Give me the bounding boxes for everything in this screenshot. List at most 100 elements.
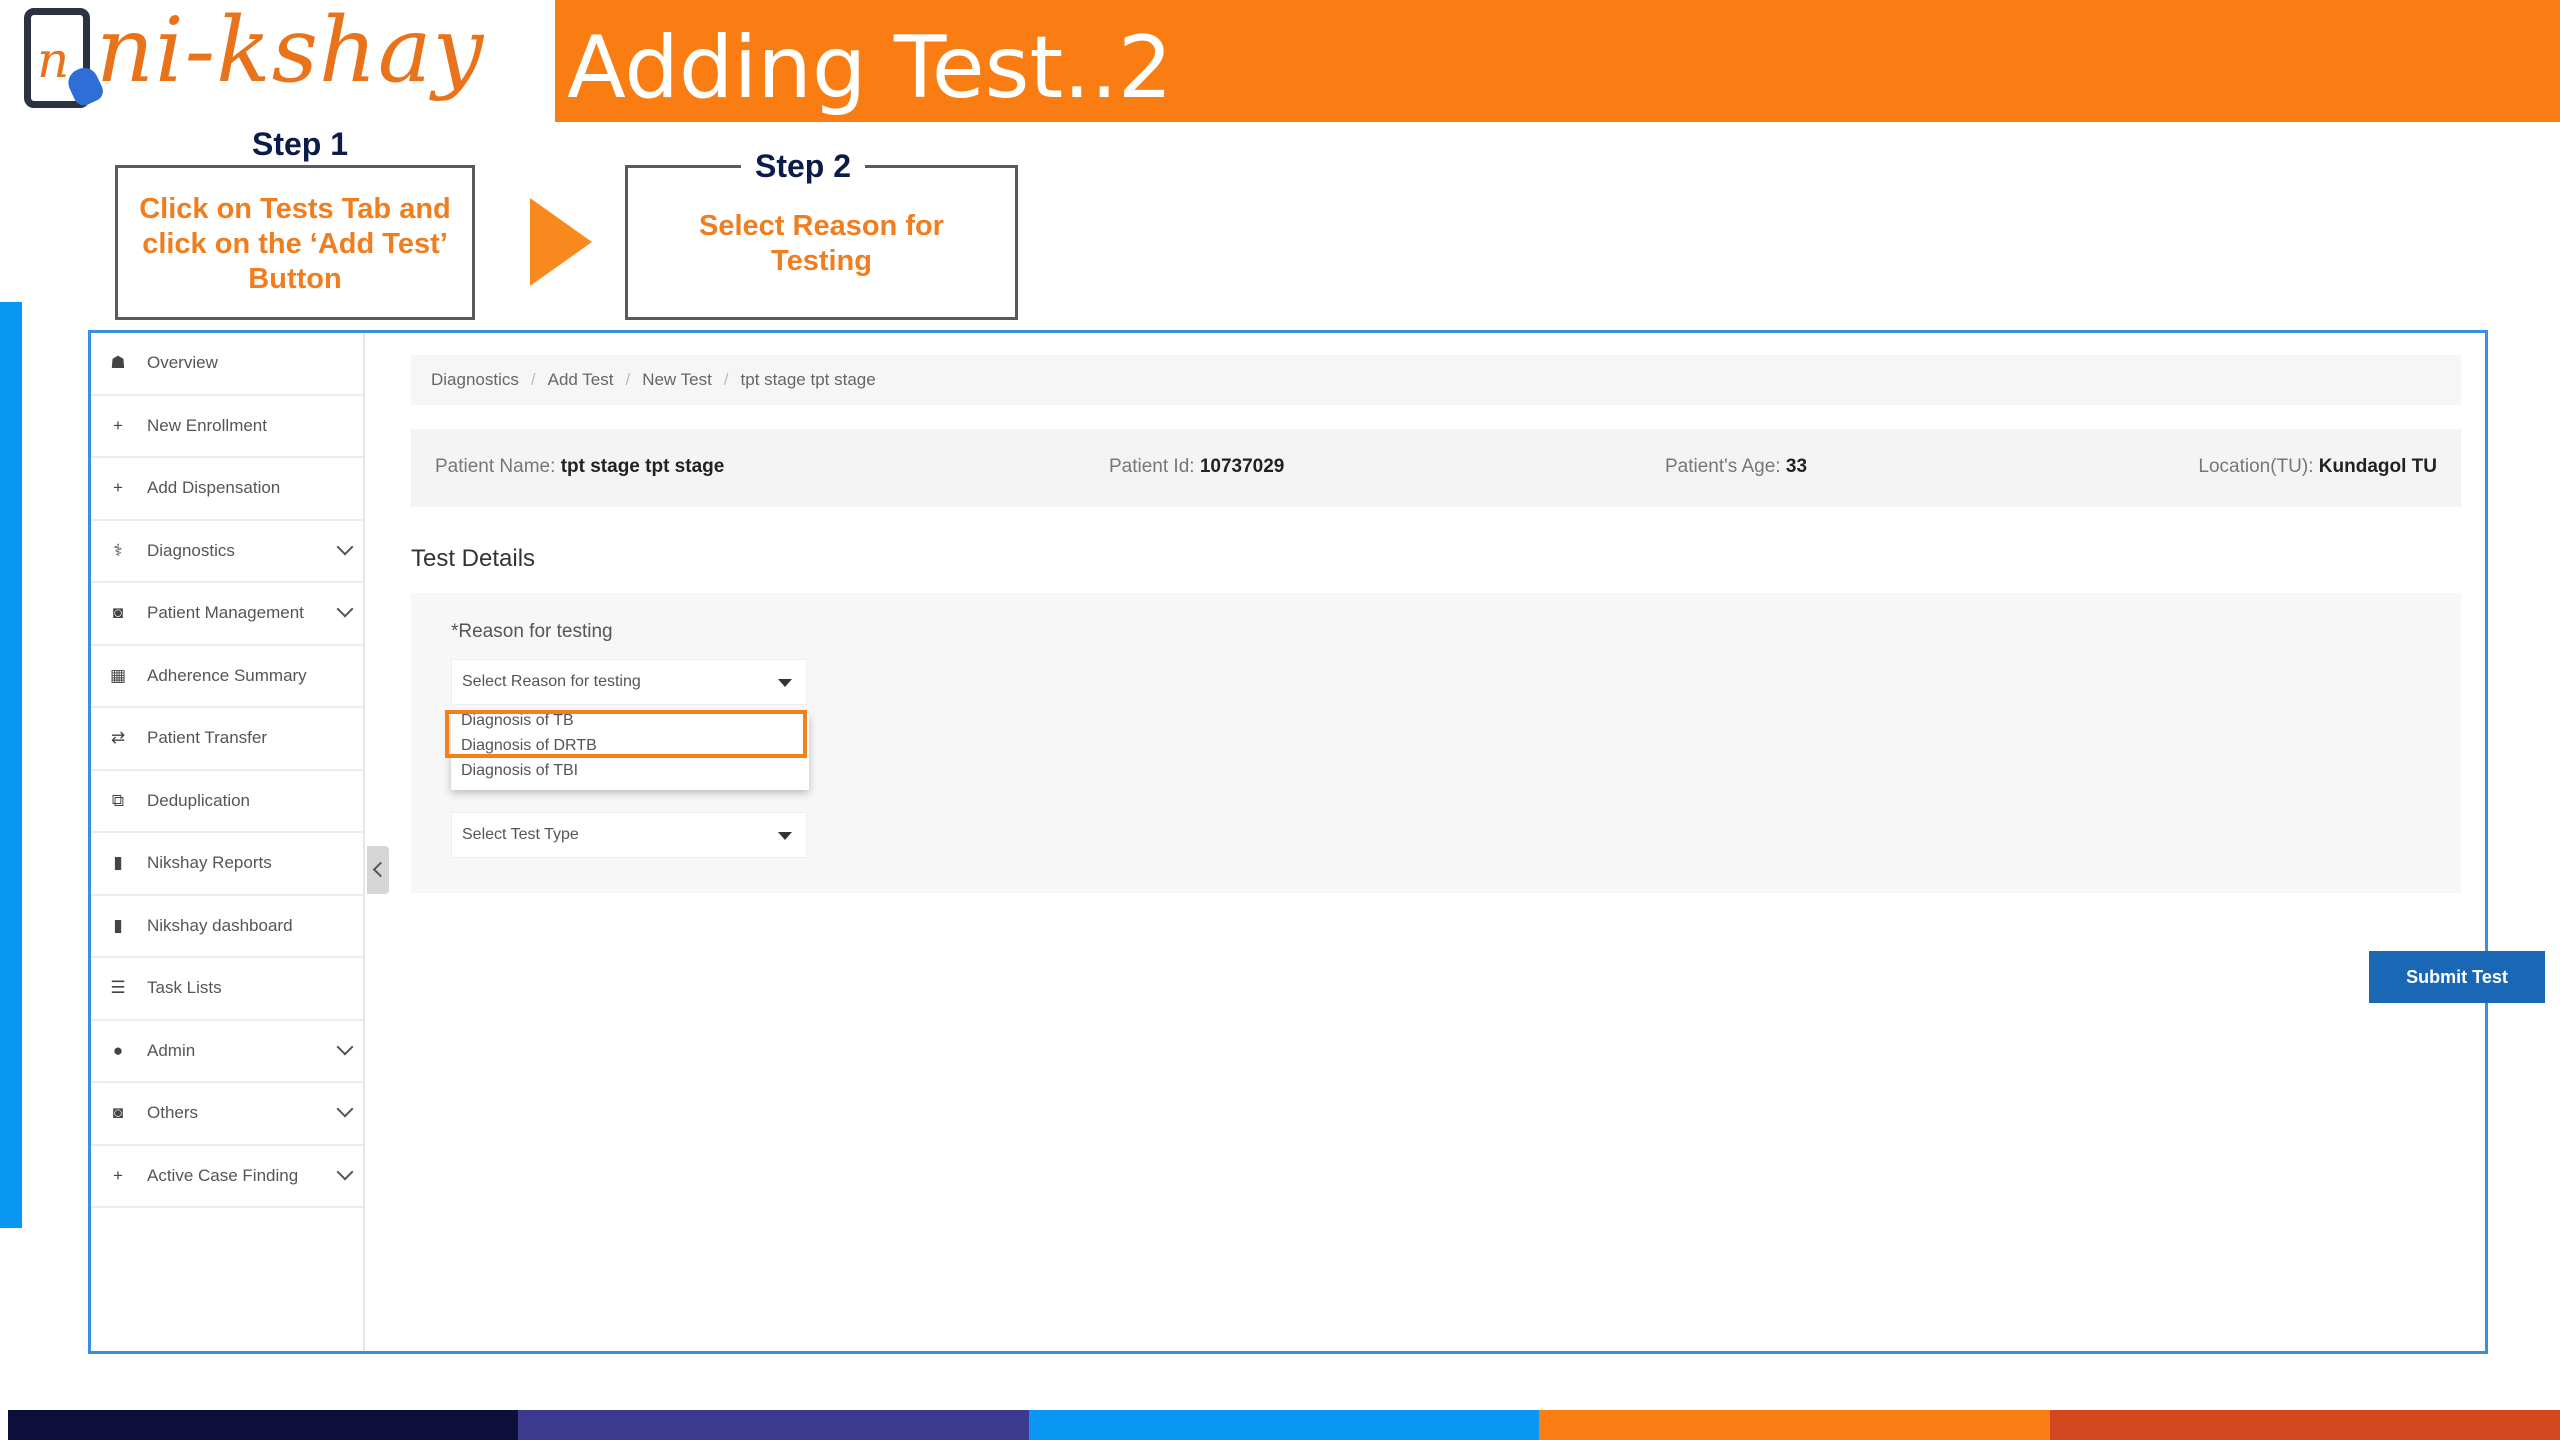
sidebar-item-patient-transfer[interactable]: ⇄ Patient Transfer bbox=[91, 708, 363, 771]
test-details-form: *Reason for testing Select Reason for te… bbox=[411, 593, 2461, 893]
logo-phone-letter: n bbox=[37, 31, 70, 89]
step-2-label: Step 2 bbox=[741, 148, 866, 185]
sidebar: ☗ Overview + New Enrollment + Add Dispensatio… bbox=[91, 333, 365, 1351]
sidebar-item-adherence-summary[interactable]: ▦ Adherence Summary bbox=[91, 646, 363, 708]
breadcrumb-new-test[interactable]: New Test bbox=[642, 370, 712, 390]
patient-location-value: Kundagol TU bbox=[2318, 456, 2437, 477]
patient-name-value: tpt stage tpt stage bbox=[560, 456, 725, 477]
sidebar-item-active-case-finding[interactable]: + Active Case Finding bbox=[91, 1146, 363, 1208]
sidebar-item-label: Others bbox=[147, 1103, 199, 1123]
camera-icon: ◙ bbox=[112, 603, 124, 623]
reason-select-value: Select Reason for testing bbox=[462, 673, 641, 690]
sidebar-item-task-lists[interactable]: ☰ Task Lists bbox=[91, 958, 363, 1021]
nikshay-logo: n ni-kshay bbox=[18, 0, 483, 122]
calendar-icon: ▦ bbox=[109, 665, 127, 685]
dashboard-icon: ☗ bbox=[110, 353, 126, 373]
sidebar-item-nikshay-reports[interactable]: ▮ Nikshay Reports bbox=[91, 833, 363, 896]
stethoscope-icon: ⚕ bbox=[113, 540, 123, 560]
strip-segment bbox=[8, 1410, 519, 1440]
file-icon: ▮ bbox=[113, 915, 123, 935]
strip-segment bbox=[518, 1410, 1029, 1440]
strip-segment bbox=[1028, 1410, 1540, 1440]
reason-for-testing-label: *Reason for testing bbox=[451, 621, 613, 642]
file-icon: ▮ bbox=[113, 853, 123, 873]
strip-segment bbox=[2049, 1410, 2560, 1440]
patient-location-label: Location(TU): bbox=[2198, 456, 2314, 477]
patient-age-label: Patient's Age: bbox=[1665, 456, 1781, 477]
sidebar-list: ☗ Overview + New Enrollment + Add Dispensatio… bbox=[91, 333, 363, 1208]
caret-down-icon bbox=[778, 832, 792, 840]
chevron-down-icon bbox=[336, 600, 354, 618]
left-accent-bar bbox=[0, 302, 22, 1228]
sidebar-item-admin[interactable]: ● Admin bbox=[91, 1021, 363, 1083]
breadcrumb-separator: / bbox=[530, 370, 536, 389]
user-icon: ● bbox=[112, 1040, 124, 1060]
sidebar-item-deduplication[interactable]: ⧉ Deduplication bbox=[91, 771, 363, 833]
plus-icon: + bbox=[113, 1165, 123, 1185]
sidebar-item-label: Active Case Finding bbox=[147, 1165, 299, 1185]
patient-id-value: 10737029 bbox=[1199, 456, 1285, 477]
sidebar-item-nikshay-dashboard[interactable]: ▮ Nikshay dashboard bbox=[91, 896, 363, 958]
bottom-color-strip bbox=[8, 1410, 2560, 1440]
sidebar-item-label: Nikshay dashboard bbox=[147, 915, 293, 935]
breadcrumb-separator: / bbox=[723, 370, 729, 389]
patient-age-field: Patient's Age: 33 bbox=[1665, 456, 1807, 478]
step-1-box: Click on Tests Tab and click on the ‘Add… bbox=[115, 165, 475, 320]
chevron-down-icon bbox=[336, 1100, 354, 1118]
sidebar-item-label: Adherence Summary bbox=[147, 665, 307, 685]
sidebar-collapse-button[interactable] bbox=[367, 846, 389, 894]
strip-segment bbox=[1539, 1410, 2050, 1440]
copy-icon: ⧉ bbox=[111, 790, 125, 810]
patient-info-bar: Patient Name: tpt stage tpt stage Patien… bbox=[411, 429, 2461, 507]
test-type-select[interactable]: Select Test Type bbox=[451, 812, 807, 858]
breadcrumb-diagnostics[interactable]: Diagnostics bbox=[431, 370, 519, 390]
sidebar-item-label: Deduplication bbox=[147, 790, 251, 810]
sidebar-item-label: Patient Transfer bbox=[147, 728, 268, 748]
main-content: Diagnostics / Add Test / New Test / tpt … bbox=[391, 333, 2545, 1351]
logo-text: ni-kshay bbox=[96, 0, 485, 103]
breadcrumb-patient: tpt stage tpt stage bbox=[740, 370, 876, 389]
sidebar-item-label: Diagnostics bbox=[147, 540, 235, 560]
chevron-down-icon bbox=[336, 1163, 354, 1180]
highlight-box bbox=[445, 710, 807, 758]
sidebar-item-diagnostics[interactable]: ⚕ Diagnostics bbox=[91, 521, 363, 583]
list-icon: ☰ bbox=[110, 978, 126, 998]
sidebar-item-label: Admin bbox=[147, 1040, 196, 1060]
step-1-label: Step 1 bbox=[238, 126, 363, 163]
sidebar-item-new-enrollment[interactable]: + New Enrollment bbox=[91, 396, 363, 458]
sidebar-item-patient-management[interactable]: ◙ Patient Management bbox=[91, 583, 363, 646]
transfer-icon: ⇄ bbox=[110, 728, 126, 748]
camera-icon: ◙ bbox=[112, 1103, 124, 1123]
reason-for-testing-select[interactable]: Select Reason for testing bbox=[451, 659, 807, 705]
sidebar-item-add-dispensation[interactable]: + Add Dispensation bbox=[91, 458, 363, 521]
slide-title: Adding Test..2 bbox=[567, 18, 1173, 118]
chevron-down-icon bbox=[336, 1038, 354, 1055]
patient-id-label: Patient Id: bbox=[1109, 456, 1195, 477]
sidebar-item-others[interactable]: ◙ Others bbox=[91, 1083, 363, 1146]
caret-down-icon bbox=[778, 679, 792, 687]
step-1-text: Click on Tests Tab and click on the ‘Add… bbox=[139, 193, 451, 295]
patient-id-field: Patient Id: 10737029 bbox=[1109, 456, 1284, 478]
breadcrumb-add-test[interactable]: Add Test bbox=[548, 370, 614, 390]
chevron-down-icon bbox=[336, 538, 354, 555]
option-diagnosis-of-tbi[interactable]: Diagnosis of TBI bbox=[461, 762, 578, 780]
test-type-select-value: Select Test Type bbox=[462, 826, 579, 843]
plus-icon: + bbox=[113, 478, 123, 498]
patient-name-label: Patient Name: bbox=[435, 456, 556, 477]
step-2-box: Select Reason for Testing bbox=[625, 165, 1018, 320]
patient-location-field: Location(TU): Kundagol TU bbox=[2198, 456, 2437, 478]
patient-age-value: 33 bbox=[1785, 456, 1808, 477]
sidebar-item-label: Nikshay Reports bbox=[147, 853, 272, 873]
breadcrumb-separator: / bbox=[625, 370, 631, 389]
sidebar-item-label: Task Lists bbox=[147, 978, 222, 998]
breadcrumb: Diagnostics / Add Test / New Test / tpt … bbox=[411, 355, 2461, 405]
sidebar-item-label: Patient Management bbox=[147, 603, 304, 623]
sidebar-item-label: Overview bbox=[147, 353, 218, 373]
play-arrow-icon bbox=[530, 198, 592, 286]
app-window: ☗ Overview + New Enrollment + Add Dispensatio… bbox=[88, 330, 2545, 1354]
plus-icon: + bbox=[113, 415, 123, 435]
patient-name-field: Patient Name: tpt stage tpt stage bbox=[435, 456, 724, 478]
test-details-title: Test Details bbox=[411, 545, 536, 572]
submit-test-button[interactable]: Submit Test bbox=[2369, 951, 2545, 1003]
sidebar-item-overview[interactable]: ☗ Overview bbox=[91, 333, 363, 396]
